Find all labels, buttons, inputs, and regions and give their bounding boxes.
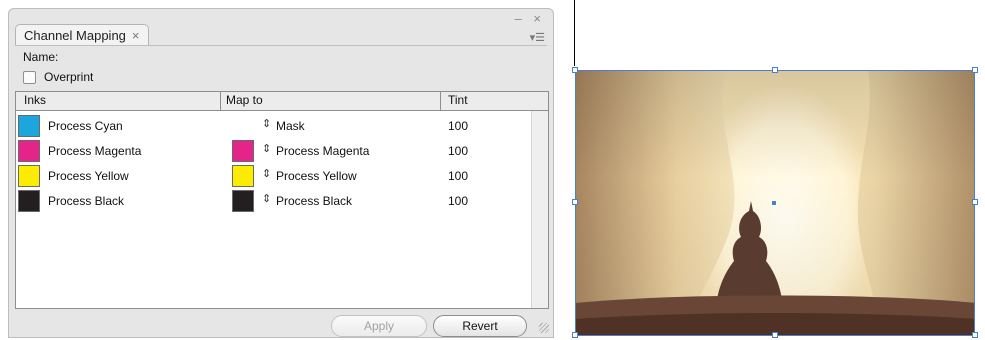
- up-down-arrows-icon[interactable]: ⇕: [262, 192, 271, 205]
- map-to-value[interactable]: Mask: [276, 119, 305, 133]
- map-to-swatch: [232, 140, 254, 162]
- ink-swatch: [18, 140, 40, 162]
- tint-value[interactable]: 100: [448, 144, 468, 158]
- map-to-swatch: [232, 165, 254, 187]
- ruler-guide[interactable]: [574, 0, 575, 66]
- resize-handle[interactable]: [972, 332, 978, 338]
- resize-handle[interactable]: [972, 199, 978, 205]
- map-to-swatch: [232, 190, 254, 212]
- tab-channel-mapping[interactable]: Channel Mapping ×: [15, 24, 149, 46]
- overprint-row: Overprint: [23, 70, 93, 84]
- revert-button[interactable]: Revert: [433, 315, 527, 337]
- ink-swatch: [18, 115, 40, 137]
- map-to-value[interactable]: Process Magenta: [276, 144, 369, 158]
- resize-handle[interactable]: [572, 332, 578, 338]
- resize-handle[interactable]: [972, 67, 978, 73]
- tint-value[interactable]: 100: [448, 194, 468, 208]
- resize-handle[interactable]: [572, 199, 578, 205]
- up-down-arrows-icon[interactable]: ⇕: [262, 167, 271, 180]
- resize-grip-icon[interactable]: [539, 323, 549, 333]
- name-label: Name:: [23, 50, 59, 64]
- overprint-label: Overprint: [44, 70, 94, 84]
- tint-value[interactable]: 100: [448, 119, 468, 133]
- tint-value[interactable]: 100: [448, 169, 468, 183]
- ink-mapping-table: Inks Map to Tint Process Cyan ⇕ Mask 100…: [15, 91, 549, 309]
- vertical-scrollbar[interactable]: [531, 111, 548, 308]
- column-divider: [220, 92, 221, 110]
- map-to-value[interactable]: Process Yellow: [276, 169, 357, 183]
- panel-menu-icon[interactable]: ▾☰: [530, 31, 545, 44]
- column-header-tint[interactable]: Tint: [448, 93, 468, 107]
- column-divider: [440, 92, 441, 110]
- map-to-value[interactable]: Process Black: [276, 194, 352, 208]
- column-header-map-to[interactable]: Map to: [226, 93, 263, 107]
- ink-swatch: [18, 190, 40, 212]
- ink-name: Process Cyan: [48, 119, 123, 133]
- overprint-checkbox[interactable]: [23, 70, 36, 84]
- tab-title: Channel Mapping: [24, 28, 126, 43]
- table-row[interactable]: Process Cyan ⇕ Mask 100: [16, 115, 532, 140]
- ink-name: Process Magenta: [48, 144, 142, 158]
- up-down-arrows-icon[interactable]: ⇕: [262, 117, 271, 130]
- ink-swatch: [18, 165, 40, 187]
- resize-handle[interactable]: [772, 332, 778, 338]
- resize-handle[interactable]: [772, 67, 778, 73]
- resize-handle[interactable]: [572, 67, 578, 73]
- table-row[interactable]: Process Magenta ⇕ Process Magenta 100: [16, 140, 532, 165]
- table-header: Inks Map to Tint: [16, 92, 548, 111]
- close-icon[interactable]: ×: [132, 28, 140, 43]
- divider: [15, 45, 547, 46]
- ink-name: Process Black: [48, 194, 125, 208]
- window-controls[interactable]: – ×: [515, 11, 545, 26]
- column-header-inks[interactable]: Inks: [24, 93, 46, 107]
- up-down-arrows-icon[interactable]: ⇕: [262, 142, 271, 155]
- center-point-icon[interactable]: [772, 201, 776, 205]
- table-row[interactable]: Process Yellow ⇕ Process Yellow 100: [16, 165, 532, 190]
- apply-button[interactable]: Apply: [331, 315, 427, 337]
- channel-mapping-panel: – × Channel Mapping × ▾☰ Name: Overprint…: [8, 8, 554, 338]
- ink-name: Process Yellow: [48, 169, 129, 183]
- table-row[interactable]: Process Black ⇕ Process Black 100: [16, 190, 532, 215]
